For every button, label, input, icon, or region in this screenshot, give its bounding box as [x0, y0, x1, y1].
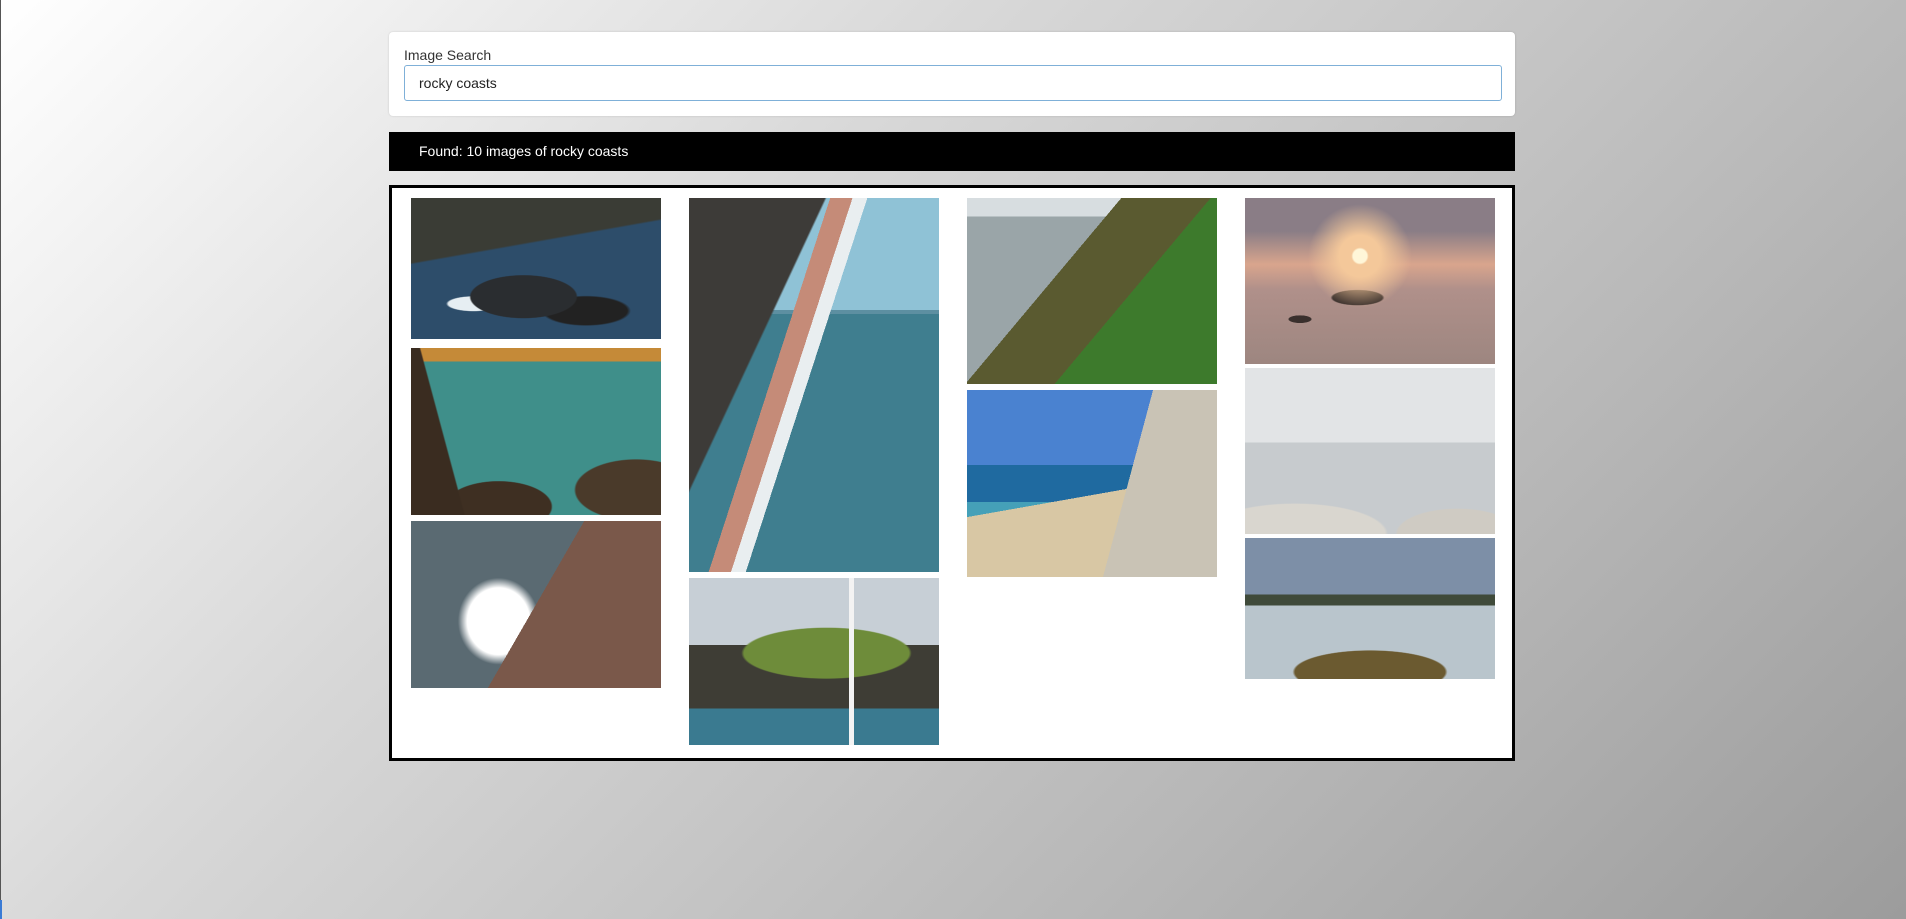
gallery-image[interactable] — [689, 198, 939, 572]
gallery-image[interactable] — [967, 390, 1217, 577]
gallery-image[interactable] — [411, 198, 661, 339]
window-left-edge — [0, 0, 1, 919]
results-summary-text: Found: 10 images of rocky coasts — [419, 143, 629, 159]
gallery-image[interactable] — [1245, 368, 1495, 534]
gallery-image[interactable] — [411, 348, 661, 515]
results-summary-bar: Found: 10 images of rocky coasts — [389, 132, 1515, 171]
gallery-image[interactable] — [1245, 538, 1495, 679]
search-input[interactable] — [404, 65, 1502, 101]
search-label: Image Search — [404, 47, 492, 63]
search-card: Image Search — [389, 32, 1515, 116]
gallery-image[interactable] — [967, 198, 1217, 384]
gallery-image[interactable] — [411, 521, 661, 688]
window-edge-accent — [0, 900, 2, 919]
image-gallery — [389, 185, 1515, 761]
gallery-image[interactable] — [689, 578, 939, 745]
gallery-image[interactable] — [1245, 198, 1495, 364]
